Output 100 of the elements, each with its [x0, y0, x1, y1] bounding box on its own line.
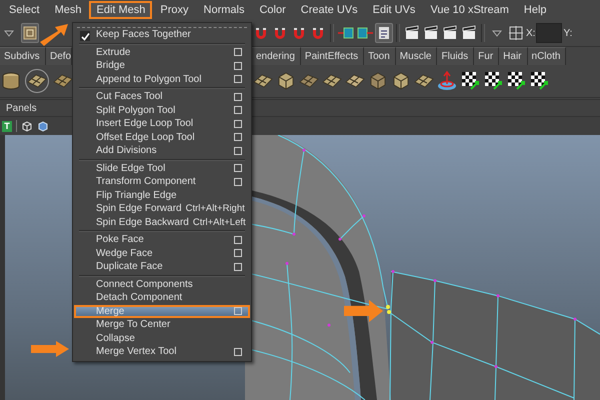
- shelf-tab[interactable]: Muscle: [396, 47, 438, 65]
- menu-item-label: Merge: [96, 306, 126, 317]
- menu-item[interactable]: Edit Mesh: [89, 1, 152, 19]
- checker-icon[interactable]: [505, 70, 527, 92]
- menu-item-label: Spin Edge Forward: [96, 203, 182, 214]
- menu-item[interactable]: Append to Polygon Tool: [74, 72, 250, 86]
- menu-item[interactable]: Edit UVs: [366, 1, 422, 19]
- menu-item[interactable]: Offset Edge Loop Tool: [74, 130, 250, 144]
- option-box-icon[interactable]: [234, 106, 242, 114]
- menu-item[interactable]: Poke Face: [74, 233, 250, 246]
- document-icon[interactable]: [375, 23, 393, 43]
- shelf-tab[interactable]: Defo: [46, 47, 72, 65]
- option-box-icon[interactable]: [234, 120, 242, 128]
- barrel-icon[interactable]: [0, 70, 22, 92]
- menu-item[interactable]: Proxy: [153, 1, 196, 19]
- menu-item-label: Split Polygon Tool: [96, 104, 176, 116]
- panels-menu[interactable]: Panels: [6, 102, 37, 114]
- menu-item[interactable]: Spin Edge Backward Ctrl+Alt+Left: [74, 216, 250, 229]
- shelf-tab[interactable]: endering: [252, 47, 301, 65]
- menu-item-label: Add Divisions: [96, 145, 158, 156]
- option-box-icon[interactable]: [234, 178, 242, 186]
- menu-item-label: Transform Component: [96, 176, 197, 188]
- option-box-icon[interactable]: [234, 48, 242, 56]
- select-mode-button[interactable]: [21, 23, 39, 43]
- option-box-icon[interactable]: [234, 307, 242, 316]
- menu-item[interactable]: Help: [516, 1, 554, 19]
- shelf-tab[interactable]: Toon: [364, 47, 396, 65]
- menu-item[interactable]: Detach Component: [74, 291, 250, 304]
- text-icon[interactable]: T: [2, 120, 12, 132]
- menu-item[interactable]: Select: [2, 1, 47, 19]
- menu-item[interactable]: Keep Faces Together: [74, 28, 250, 42]
- shelf-tab[interactable]: Hair: [499, 47, 528, 65]
- menu-item[interactable]: Bridge: [74, 59, 250, 72]
- option-box-icon[interactable]: [234, 262, 242, 271]
- shelf-tab[interactable]: PaintEffects: [300, 47, 364, 65]
- menu-item[interactable]: Duplicate Face: [74, 260, 250, 274]
- menu-item-label: Spin Edge Backward: [96, 216, 189, 228]
- x-input-field[interactable]: [536, 23, 562, 43]
- menu-item-label: Bridge: [96, 60, 126, 72]
- menu-item[interactable]: Transform Component: [74, 175, 250, 188]
- option-box-icon[interactable]: [234, 348, 242, 356]
- pointer-arrow: [30, 341, 70, 357]
- divider-icon: [16, 120, 17, 132]
- tiles-icon[interactable]: [25, 69, 49, 93]
- shelf-tab[interactable]: Fluids: [437, 47, 474, 65]
- menu-item[interactable]: Normals: [196, 1, 252, 19]
- menu-item[interactable]: Color: [252, 1, 293, 19]
- wireframe-cube-icon[interactable]: [21, 120, 33, 132]
- shelf-tab[interactable]: nCloth: [528, 47, 566, 65]
- menu-item[interactable]: Extrude: [74, 46, 250, 59]
- menu-item-label: Duplicate Face: [96, 261, 164, 272]
- option-box-icon[interactable]: [234, 236, 242, 244]
- menu-item[interactable]: Flip Triangle Edge: [74, 188, 250, 202]
- menu-item-label: Offset Edge Loop Tool: [96, 132, 196, 143]
- option-box-icon[interactable]: [234, 62, 242, 70]
- menu-item-label: Cut Faces Tool: [96, 91, 164, 102]
- option-box-icon[interactable]: [234, 249, 242, 258]
- menu-item-label: Merge To Center: [96, 319, 172, 330]
- checker-icon[interactable]: [482, 70, 504, 92]
- menu-item[interactable]: Cut Faces Tool: [74, 90, 250, 104]
- menu-item[interactable]: Create UVs: [294, 1, 365, 19]
- pointer-arrow: [344, 300, 383, 322]
- option-box-icon[interactable]: [234, 92, 242, 101]
- menu-item[interactable]: Mesh: [48, 1, 88, 19]
- menu-item-label: Collapse: [96, 332, 136, 344]
- menu-item-label: Extrude: [96, 46, 132, 58]
- menu-item[interactable]: Wedge Face: [74, 246, 250, 260]
- menu-item-label: Flip Triangle Edge: [96, 190, 178, 201]
- menu-item[interactable]: Add Divisions: [74, 144, 250, 158]
- menu-item-label: Merge Vertex Tool: [96, 346, 178, 358]
- cube-icon[interactable]: [37, 120, 49, 132]
- menu-item-label: Detach Component: [96, 292, 184, 304]
- menu-item[interactable]: Spin Edge Forward Ctrl+Alt+Right: [74, 202, 250, 216]
- menu-item[interactable]: Collapse: [74, 332, 250, 345]
- shortcut-label: Ctrl+Alt+Left: [192, 216, 246, 228]
- checkbox[interactable]: [80, 31, 90, 41]
- shelf-tab[interactable]: Subdivs: [0, 47, 46, 65]
- menu-item-label: Poke Face: [96, 234, 145, 246]
- option-box-icon[interactable]: [234, 75, 242, 84]
- menu-item-label: Append to Polygon Tool: [96, 74, 202, 85]
- y-label: Y:: [563, 28, 572, 38]
- option-box-icon[interactable]: [234, 164, 242, 172]
- shortcut-label: Ctrl+Alt+Right: [186, 203, 245, 214]
- menu-item-label: Slide Edge Tool: [96, 162, 166, 174]
- menu-item[interactable]: Connect Components: [74, 278, 250, 291]
- menu-item[interactable]: Insert Edge Loop Tool: [74, 117, 250, 130]
- checker-icon[interactable]: [528, 70, 550, 92]
- menu-item[interactable]: Vue 10 xStream: [423, 1, 516, 19]
- option-box-icon[interactable]: [234, 146, 242, 155]
- gizmo-icon[interactable]: [436, 70, 458, 92]
- option-box-icon[interactable]: [234, 133, 242, 142]
- crosshair-icon[interactable]: [507, 23, 525, 43]
- menu-item[interactable]: Merge Vertex Tool: [74, 345, 250, 358]
- shelf-tab[interactable]: Fur: [474, 47, 500, 65]
- checker-icon[interactable]: [459, 70, 481, 92]
- menu-item[interactable]: Slide Edge Tool: [74, 162, 250, 175]
- pointer-arrow: [38, 22, 70, 48]
- menu-item[interactable]: Merge To Center: [74, 318, 250, 332]
- menu-item[interactable]: Split Polygon Tool: [74, 104, 250, 117]
- menu-item-label: Wedge Face: [96, 248, 154, 259]
